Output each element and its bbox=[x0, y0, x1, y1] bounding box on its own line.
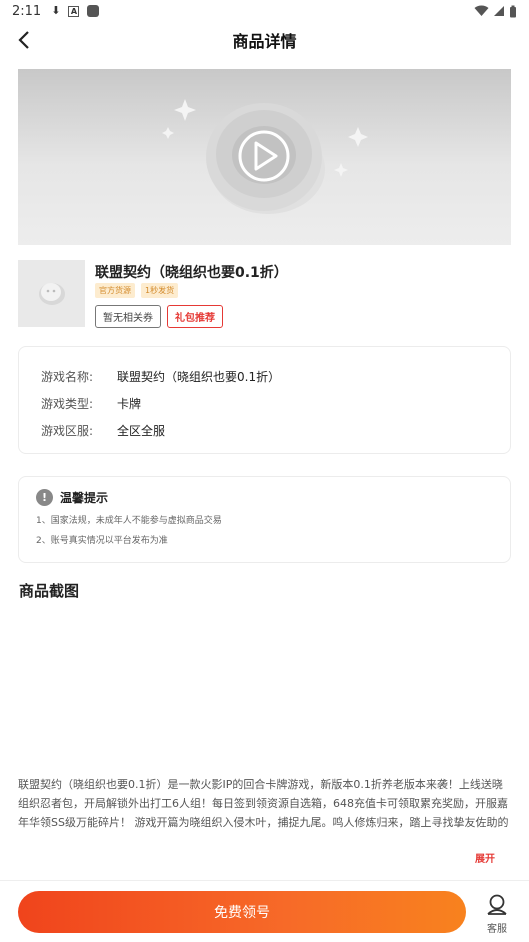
info-value: 联盟契约（晓组织也要0.1折） bbox=[117, 370, 281, 384]
gift-pack-button[interactable]: 礼包推荐 bbox=[167, 305, 223, 328]
product-video-banner[interactable] bbox=[18, 69, 511, 245]
info-row-game-type: 游戏类型: 卡牌 bbox=[41, 390, 488, 417]
no-coupon-button[interactable]: 暂无相关券 bbox=[95, 305, 161, 328]
customer-service-label: 客服 bbox=[487, 924, 507, 935]
video-placeholder-image bbox=[162, 99, 368, 214]
info-label: 游戏类型: bbox=[41, 397, 94, 411]
screenshots-section-title: 商品截图 bbox=[19, 582, 80, 600]
notification-a-icon: A bbox=[68, 5, 80, 17]
tip-line: 2、账号真实情况以平台发布为准 bbox=[36, 536, 168, 546]
chevron-left-icon bbox=[18, 31, 29, 49]
app-notification-icon bbox=[87, 5, 100, 17]
signal-icon bbox=[494, 6, 504, 16]
page-title: 商品详情 bbox=[232, 32, 297, 51]
info-row-game-server: 游戏区服: 全区全服 bbox=[41, 417, 488, 444]
tag-official-source: 官方货源 bbox=[95, 283, 135, 298]
download-icon: ⬇ bbox=[51, 4, 61, 17]
back-button[interactable] bbox=[10, 26, 38, 54]
info-label: 游戏区服: bbox=[41, 424, 94, 438]
bottom-action-bar: 免费领号 客服 bbox=[0, 880, 529, 942]
customer-service-button[interactable]: 客服 bbox=[482, 893, 512, 935]
info-value: 全区全服 bbox=[117, 424, 166, 438]
status-time: 2:11 bbox=[12, 3, 42, 19]
game-description: 联盟契约（晓组织也要0.1折）是一款火影IP的回合卡牌游戏，新版本0.1折养老版… bbox=[18, 778, 509, 829]
product-tags: 官方货源 1秒发货 bbox=[95, 283, 179, 298]
customer-service-icon bbox=[487, 894, 507, 915]
tips-card: ! 温馨提示 1、国家法规，未成年人不能参与虚拟商品交易 2、账号真实情况以平台… bbox=[18, 476, 511, 563]
battery-icon bbox=[510, 5, 516, 17]
placeholder-image bbox=[39, 283, 65, 305]
tips-title: 温馨提示 bbox=[60, 491, 109, 505]
exclamation-icon: ! bbox=[36, 489, 53, 506]
status-bar: 2:11 ⬇ A bbox=[0, 0, 529, 22]
info-value: 卡牌 bbox=[117, 397, 142, 411]
game-info-card: 游戏名称: 联盟契约（晓组织也要0.1折） 游戏类型: 卡牌 游戏区服: 全区全… bbox=[18, 346, 511, 454]
wifi-icon bbox=[474, 5, 489, 17]
product-thumbnail bbox=[18, 260, 85, 327]
product-summary: 联盟契约（晓组织也要0.1折） 官方货源 1秒发货 暂无相关券 礼包推荐 bbox=[18, 260, 511, 330]
product-name: 联盟契约（晓组织也要0.1折） bbox=[95, 265, 288, 281]
info-label: 游戏名称: bbox=[41, 370, 94, 384]
tip-line: 1、国家法规，未成年人不能参与虚拟商品交易 bbox=[36, 516, 222, 526]
tag-instant-delivery: 1秒发货 bbox=[141, 283, 179, 298]
expand-description-link[interactable]: 展开 bbox=[475, 850, 495, 865]
free-claim-button[interactable]: 免费领号 bbox=[18, 891, 466, 933]
info-row-game-name: 游戏名称: 联盟契约（晓组织也要0.1折） bbox=[41, 363, 488, 390]
top-header: 商品详情 bbox=[0, 22, 529, 58]
